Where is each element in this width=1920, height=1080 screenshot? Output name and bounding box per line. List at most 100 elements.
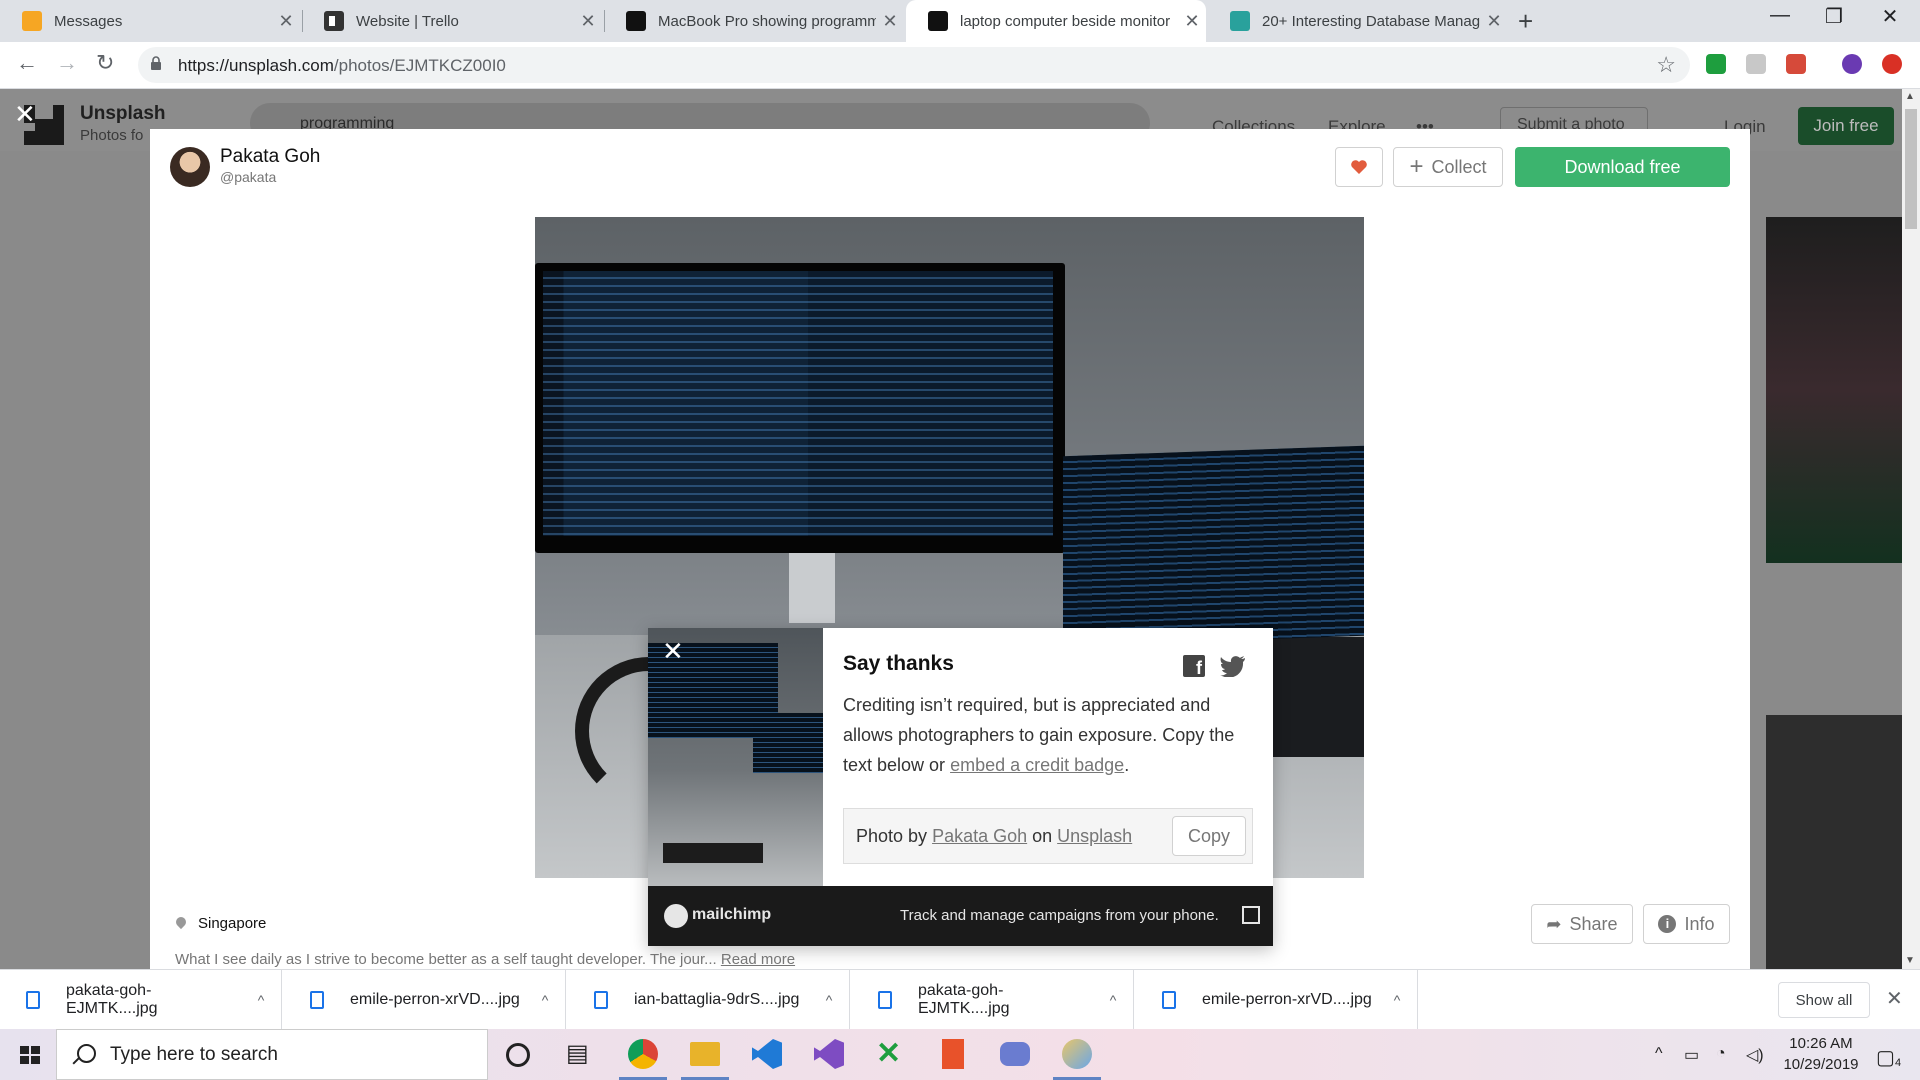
embed-badge-link[interactable]: embed a credit badge [950, 755, 1124, 775]
close-icon[interactable]: ✕ [1480, 11, 1508, 32]
twitter-icon[interactable] [1220, 655, 1246, 677]
taskbar-search-box[interactable]: Type here to search [56, 1029, 488, 1080]
download-item[interactable]: pakata-goh-EJMTK....jpg ^ [852, 970, 1134, 1030]
messages-icon [22, 11, 42, 31]
xampp-icon[interactable]: ✕ [876, 1039, 906, 1069]
scroll-up-icon[interactable]: ▲ [1905, 91, 1915, 102]
avatar[interactable] [170, 147, 210, 187]
like-button[interactable] [1335, 147, 1383, 187]
tab-messages[interactable]: Messages ✕ [0, 0, 300, 42]
tab-trello[interactable]: Website | Trello ✕ [302, 0, 602, 42]
wifi-icon[interactable]: ◔ [1716, 1045, 1726, 1063]
photo-location[interactable]: Singapore [198, 915, 266, 932]
scroll-thumb[interactable] [1905, 109, 1917, 229]
photo-monitor-screen [543, 271, 1053, 536]
back-icon[interactable]: ← [16, 50, 38, 76]
photo-modal: Pakata Goh @pakata + Collect Download fr… [150, 129, 1750, 969]
chevron-up-icon[interactable]: ^ [809, 992, 849, 1008]
plus-icon: + [1409, 153, 1424, 180]
bookmark-star-icon[interactable]: ☆ [1656, 52, 1676, 78]
office-icon[interactable] [942, 1039, 964, 1069]
chevron-up-icon[interactable]: ^ [1377, 992, 1417, 1008]
chrome-icon[interactable] [628, 1039, 658, 1069]
profile-avatar[interactable] [1842, 54, 1862, 74]
credit-site-link[interactable]: Unsplash [1057, 826, 1132, 846]
author-handle[interactable]: @pakata [220, 169, 276, 185]
volume-icon[interactable]: ◁) [1746, 1045, 1764, 1065]
minimize-icon[interactable]: — [1750, 4, 1810, 27]
paint-icon[interactable] [1062, 1039, 1092, 1069]
share-label: Share [1569, 913, 1618, 934]
credit-mid: on [1027, 826, 1058, 846]
close-modal-icon[interactable]: ✕ [14, 99, 36, 130]
chevron-up-icon[interactable]: ^ [1655, 1045, 1663, 1063]
tab-title: Website | Trello [356, 12, 459, 30]
author-name[interactable]: Pakata Goh [220, 146, 320, 168]
download-item[interactable]: emile-perron-xrVD....jpg ^ [284, 970, 566, 1030]
copy-button[interactable]: Copy [1172, 816, 1246, 856]
reload-icon[interactable]: ↻ [96, 50, 114, 76]
chevron-up-icon[interactable]: ^ [1093, 992, 1133, 1008]
facebook-icon[interactable]: f [1183, 655, 1205, 678]
thanks-title: Say thanks [843, 652, 954, 675]
thanks-body-end: . [1124, 755, 1130, 775]
forward-icon[interactable]: → [56, 50, 78, 76]
download-item[interactable]: emile-perron-xrVD....jpg ^ [1136, 970, 1418, 1030]
tab-laptop-computer[interactable]: laptop computer beside monitor ✕ [906, 0, 1206, 42]
battery-icon[interactable]: ▭ [1684, 1045, 1699, 1065]
cast-extension-icon[interactable] [1786, 54, 1806, 74]
tab-macbook-pro[interactable]: MacBook Pro showing programm ✕ [604, 0, 904, 42]
restore-icon[interactable]: ❐ [1804, 4, 1864, 29]
chevron-up-icon[interactable]: ^ [525, 992, 565, 1008]
close-downloads-icon[interactable]: ✕ [1886, 986, 1903, 1011]
share-button[interactable]: ➦ Share [1531, 904, 1633, 944]
vscode-icon[interactable] [752, 1039, 782, 1069]
extension-icon[interactable] [1746, 54, 1766, 74]
credit-text-box[interactable]: Photo by Pakata Goh on Unsplash Copy [843, 808, 1253, 864]
file-explorer-icon[interactable] [690, 1042, 720, 1066]
image-file-icon [26, 991, 40, 1009]
chevron-up-icon[interactable]: ^ [241, 992, 281, 1008]
close-icon[interactable]: ✕ [272, 11, 300, 32]
image-file-icon [1162, 991, 1176, 1009]
thumb-laptop [753, 713, 823, 773]
page-scrollbar[interactable]: ▲ ▼ [1902, 89, 1920, 969]
background-photo-thumb [1766, 715, 1902, 969]
collect-button[interactable]: + Collect [1393, 147, 1503, 187]
new-tab-button[interactable]: + [1518, 6, 1533, 37]
info-button[interactable]: i Info [1643, 904, 1730, 944]
tab-database[interactable]: 20+ Interesting Database Manag ✕ [1208, 0, 1508, 42]
url-text: https://unsplash.com/photos/EJMTKCZ00I0 [178, 56, 506, 76]
credit-author-link[interactable]: Pakata Goh [932, 826, 1027, 846]
notifications-icon[interactable]: ▢ [1876, 1045, 1895, 1070]
description-text: What I see daily as I strive to become b… [175, 951, 717, 968]
update-icon[interactable] [1882, 54, 1902, 74]
close-icon[interactable]: ✕ [574, 11, 602, 32]
discord-icon[interactable] [1000, 1042, 1030, 1066]
scroll-down-icon[interactable]: ▼ [1905, 955, 1915, 966]
cortana-icon[interactable] [506, 1043, 530, 1067]
download-button[interactable]: Download free [1515, 147, 1730, 187]
close-icon[interactable]: ✕ [876, 11, 904, 32]
show-all-button[interactable]: Show all [1778, 982, 1870, 1018]
close-window-icon[interactable]: ✕ [1860, 4, 1920, 29]
download-item[interactable]: pakata-goh-EJMTK....jpg ^ [0, 970, 282, 1030]
mailchimp-ad[interactable]: mailchimp Track and manage campaigns fro… [648, 886, 1273, 946]
task-view-icon[interactable]: ▤ [566, 1039, 596, 1069]
tab-title: Messages [54, 12, 123, 30]
windows-start-icon[interactable] [20, 1046, 40, 1064]
clock-date[interactable]: 10/29/2019 [1777, 1056, 1865, 1073]
clock-time[interactable]: 10:26 AM [1777, 1035, 1865, 1052]
address-bar[interactable]: https://unsplash.com/photos/EJMTKCZ00I0 … [138, 47, 1690, 83]
visual-studio-icon[interactable] [814, 1039, 844, 1069]
close-icon[interactable]: ✕ [1178, 11, 1206, 32]
close-icon[interactable]: ✕ [662, 636, 684, 667]
download-item[interactable]: ian-battaglia-9drS....jpg ^ [568, 970, 850, 1030]
notification-count: 4 [1895, 1057, 1902, 1069]
checkmark-extension-icon[interactable] [1706, 54, 1726, 74]
read-more-link[interactable]: Read more [721, 951, 795, 968]
ad-brand: mailchimp [692, 906, 772, 923]
location-pin-icon [173, 914, 189, 930]
browser-tab-strip: Messages ✕ Website | Trello ✕ MacBook Pr… [0, 0, 1920, 42]
search-placeholder: Type here to search [110, 1044, 278, 1065]
